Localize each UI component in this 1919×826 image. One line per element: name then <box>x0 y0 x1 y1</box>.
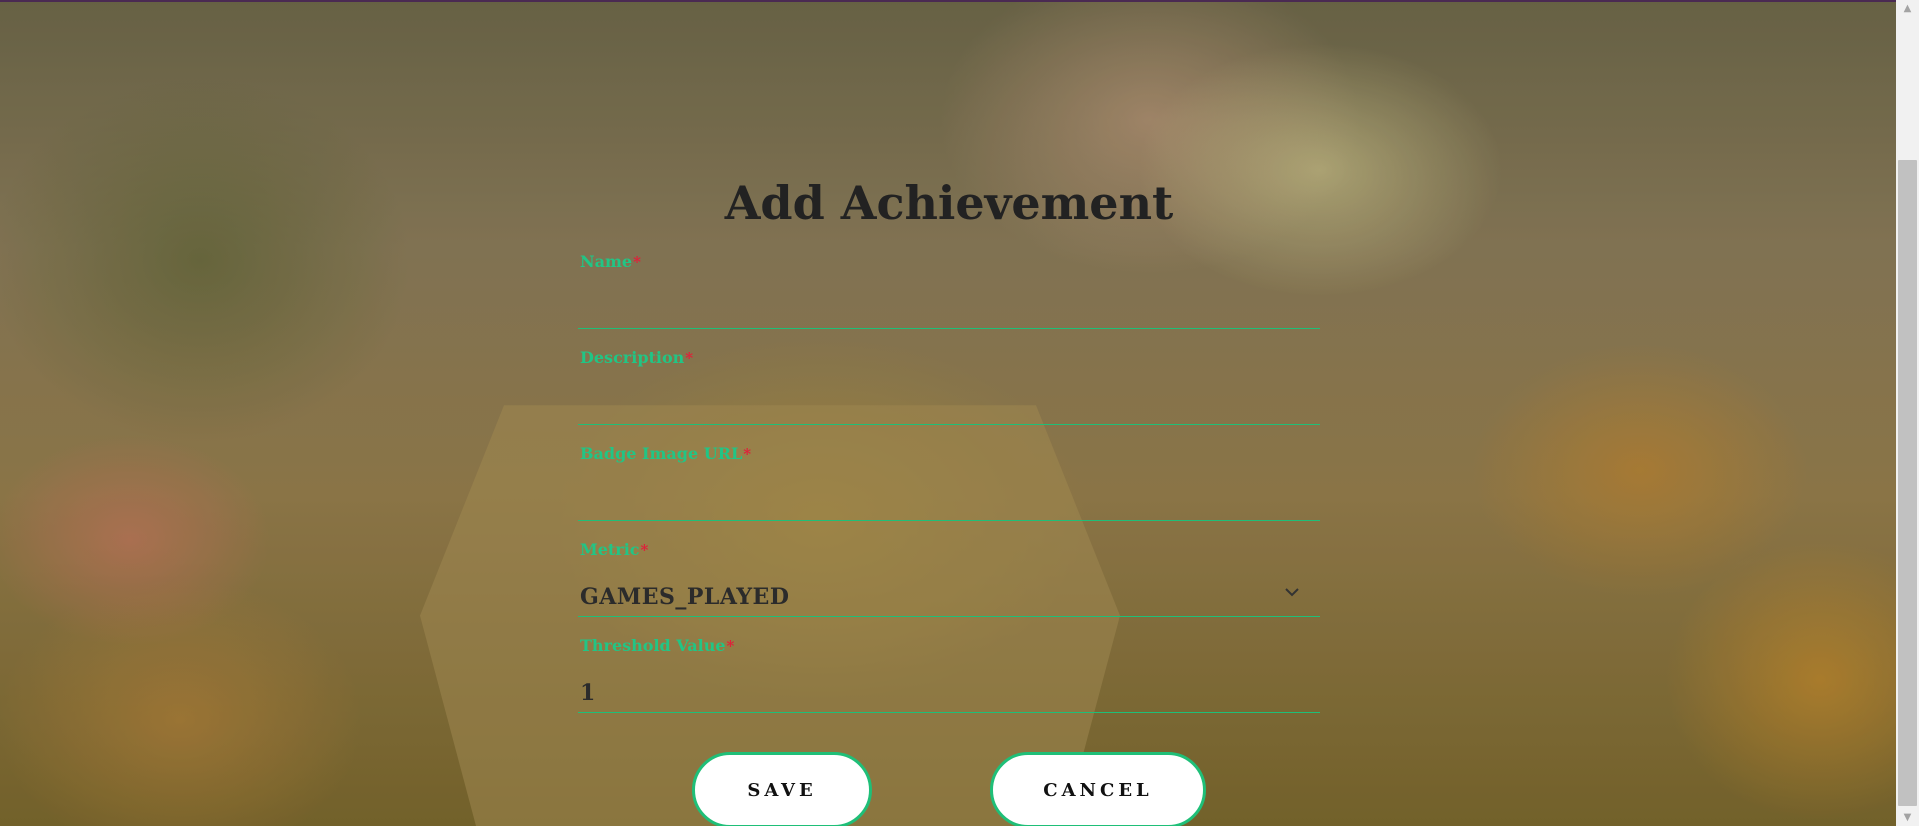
save-button[interactable]: SAVE <box>692 752 872 826</box>
required-marker: * <box>685 349 694 367</box>
arrow-down-icon[interactable]: ▼ <box>1896 809 1919 826</box>
vertical-scrollbar[interactable]: ▲ ▼ <box>1896 0 1919 826</box>
required-marker: * <box>743 445 752 463</box>
top-border <box>0 0 1919 2</box>
arrow-up-icon[interactable]: ▲ <box>1896 0 1919 17</box>
badge-image-url-label: Badge Image URL* <box>580 444 752 463</box>
page-title: Add Achievement <box>724 176 1174 230</box>
description-field[interactable]: Description* <box>578 348 1320 425</box>
required-marker: * <box>633 253 641 271</box>
scrollbar-thumb[interactable] <box>1898 160 1917 806</box>
required-marker: * <box>640 541 649 559</box>
name-field[interactable]: Name* <box>578 252 1320 329</box>
metric-label: Metric* <box>580 540 649 559</box>
description-label: Description* <box>580 348 694 367</box>
chevron-down-icon[interactable] <box>1282 582 1302 602</box>
cancel-button[interactable]: CANCEL <box>990 752 1206 826</box>
threshold-value-label: Threshold Value* <box>580 636 735 655</box>
badge-image-url-field[interactable]: Badge Image URL* <box>578 444 1320 521</box>
threshold-value-input[interactable]: 1 <box>580 680 596 706</box>
name-label: Name* <box>580 252 641 271</box>
required-marker: * <box>726 637 735 655</box>
metric-select[interactable]: Metric* GAMES_PLAYED <box>578 540 1320 617</box>
threshold-value-field[interactable]: Threshold Value* 1 <box>578 636 1320 713</box>
metric-selected-value[interactable]: GAMES_PLAYED <box>580 584 789 610</box>
